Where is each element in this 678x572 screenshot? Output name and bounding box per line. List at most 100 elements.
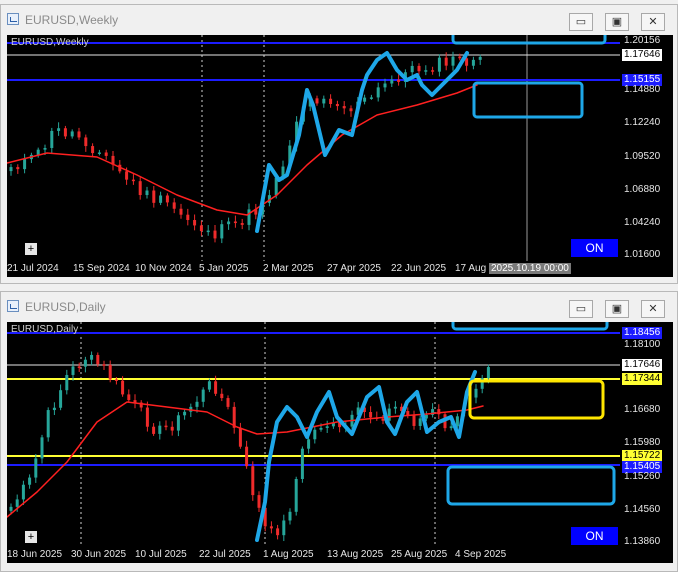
- weekly-target-box: [474, 83, 582, 117]
- candle-body: [50, 131, 53, 148]
- close-button[interactable]: ✕: [641, 13, 665, 31]
- candle-body: [193, 220, 196, 225]
- weekly-chart-window: EURUSD,Weekly ▭ ▣ ✕ EURUSD,Weekly + ON 1…: [0, 4, 678, 284]
- candle-body: [132, 180, 135, 182]
- candle-body: [47, 410, 50, 437]
- daily-plus-button[interactable]: +: [25, 531, 37, 543]
- candle-body: [475, 389, 478, 398]
- candle-body: [22, 485, 25, 500]
- candle-body: [276, 528, 279, 535]
- candle-body: [152, 427, 155, 434]
- candle-body: [34, 458, 37, 477]
- daily-time-label: 22 Jul 2025: [199, 549, 251, 560]
- restore-button[interactable]: ▣: [605, 300, 629, 318]
- daily-time-label: 1 Aug 2025: [263, 549, 314, 560]
- weekly-price-label: 1.06880: [624, 184, 660, 195]
- candle-body: [418, 66, 421, 71]
- weekly-time-label: 21 Jul 2024: [7, 263, 59, 274]
- minimize-button[interactable]: ▭: [569, 13, 593, 31]
- daily-on-button[interactable]: ON: [571, 527, 618, 545]
- candle-body: [295, 479, 298, 512]
- weekly-time-label: 10 Nov 2024: [135, 263, 192, 274]
- daily-time-label: 30 Jun 2025: [71, 549, 126, 560]
- candle-body: [227, 221, 230, 224]
- candle-body: [98, 152, 101, 154]
- weekly-top-highlight-box: [453, 35, 605, 43]
- daily-titlebar[interactable]: EURUSD,Daily ▭ ▣ ✕: [1, 292, 677, 322]
- candle-body: [53, 408, 56, 410]
- candle-body: [125, 171, 128, 179]
- daily-plot-area[interactable]: EURUSD,Daily + ON: [7, 322, 620, 547]
- weekly-moving-average: [7, 85, 477, 215]
- candle-body: [363, 98, 366, 102]
- candle-body: [207, 231, 210, 233]
- candle-body: [146, 408, 149, 427]
- candle-body: [78, 366, 81, 368]
- candle-body: [173, 202, 176, 208]
- daily-price-label: 1.15980: [624, 437, 660, 448]
- restore-button[interactable]: ▣: [605, 13, 629, 31]
- candle-body: [96, 355, 99, 364]
- daily-time-label: 18 Jun 2025: [7, 549, 62, 560]
- daily-time-label: 4 Sep 2025: [455, 549, 506, 560]
- weekly-plus-button[interactable]: +: [25, 243, 37, 255]
- candle-body: [326, 426, 329, 428]
- candle-body: [196, 402, 199, 407]
- candle-body: [146, 191, 149, 196]
- daily-window-title: EURUSD,Daily: [25, 300, 106, 314]
- daily-time-label: 25 Aug 2025: [391, 549, 447, 560]
- candle-body: [152, 191, 155, 203]
- weekly-titlebar[interactable]: EURUSD,Weekly ▭ ▣ ✕: [1, 5, 677, 35]
- candle-body: [208, 381, 211, 389]
- candle-body: [258, 495, 261, 508]
- candle-body: [103, 364, 106, 366]
- candle-body: [41, 437, 44, 458]
- weekly-time-label: 5 Jan 2025: [199, 263, 249, 274]
- daily-current-price-tag: 1.17646: [622, 359, 662, 371]
- candle-body: [90, 355, 93, 360]
- weekly-on-button[interactable]: ON: [571, 239, 618, 257]
- candle-body: [186, 215, 189, 220]
- chart-window-icon: [7, 13, 19, 25]
- candle-body: [282, 520, 285, 535]
- candle-body: [28, 478, 31, 485]
- candle-body: [370, 97, 373, 99]
- candle-body: [65, 375, 68, 390]
- weekly-plot-area[interactable]: EURUSD,Weekly + ON: [7, 35, 620, 263]
- candle-body: [177, 415, 180, 430]
- close-button[interactable]: ✕: [641, 300, 665, 318]
- weekly-price-label: 1.14880: [624, 84, 660, 95]
- daily-chart-window: EURUSD,Daily ▭ ▣ ✕ EURUSD,Daily + ON 1.1…: [0, 291, 678, 572]
- candle-body: [251, 466, 254, 495]
- candle-body: [397, 80, 400, 82]
- candle-body: [10, 167, 13, 171]
- candle-body: [23, 159, 26, 169]
- daily-top-price-tag: 1.18456: [622, 327, 662, 339]
- candle-body: [313, 430, 316, 440]
- candle-body: [202, 390, 205, 402]
- candle-body: [158, 426, 161, 434]
- candle-body: [16, 499, 19, 506]
- candle-body: [350, 108, 353, 111]
- weekly-current-price-tag: 1.17646: [622, 49, 662, 61]
- candle-body: [166, 196, 169, 203]
- candle-body: [44, 148, 47, 150]
- minimize-button[interactable]: ▭: [569, 300, 593, 318]
- daily-price-label: 1.14560: [624, 504, 660, 515]
- candle-body: [220, 224, 223, 238]
- candle-body: [183, 412, 186, 416]
- chart-window-icon: [7, 300, 19, 312]
- candle-body: [411, 66, 414, 72]
- weekly-time-axis: 21 Jul 2024 15 Sep 2024 10 Nov 2024 5 Ja…: [7, 261, 673, 277]
- candle-body: [472, 60, 475, 66]
- candle-body: [78, 131, 81, 137]
- candle-body: [390, 80, 393, 84]
- daily-symbol-label: EURUSD,Daily: [11, 324, 78, 335]
- candle-body: [322, 99, 325, 104]
- candle-body: [289, 512, 292, 521]
- candle-body: [37, 150, 40, 155]
- candle-body: [180, 209, 183, 215]
- candle-body: [479, 57, 482, 60]
- candle-body: [159, 196, 162, 203]
- candle-body: [214, 381, 217, 394]
